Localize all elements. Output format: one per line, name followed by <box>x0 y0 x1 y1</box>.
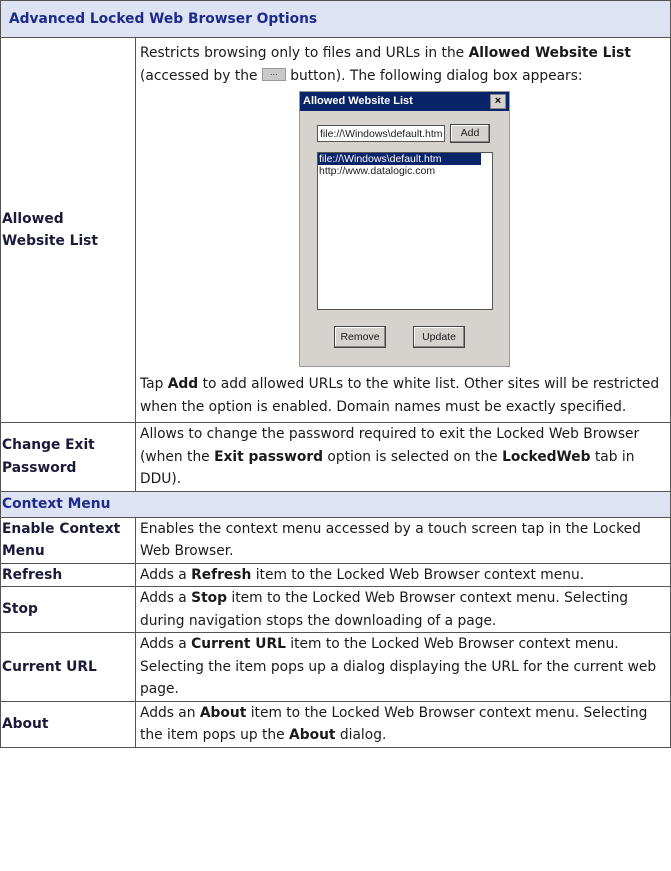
bold-run: About <box>289 727 336 743</box>
allowed-desc-intro: Restricts browsing only to files and URL… <box>140 38 666 87</box>
dialog-title: Allowed Website List <box>303 95 413 107</box>
list-item[interactable]: http://www.datalogic.com <box>318 165 492 177</box>
list-item[interactable]: file://\Windows\default.htm <box>318 153 481 165</box>
bold-run: Exit password <box>214 448 324 465</box>
section-header-row: Context Menu <box>0 490 671 518</box>
option-name-allowed-website-list: Allowed Website List <box>0 37 136 423</box>
text-run: option is selected on the <box>323 448 503 465</box>
text-run: to add allowed URLs to the white list. O… <box>140 376 660 415</box>
table-row: Enable Context Menu Enables the context … <box>0 516 671 564</box>
option-name-about: About <box>0 700 136 748</box>
update-button[interactable]: Update <box>413 326 465 348</box>
option-desc-current-url: Adds a Current URL item to the Locked We… <box>135 632 671 702</box>
table-row: About Adds an About item to the Locked W… <box>0 700 671 748</box>
text-run: Tap <box>140 376 168 392</box>
allowed-desc-tap: Tap Add to add allowed URLs to the white… <box>140 373 666 422</box>
options-table: Advanced Locked Web Browser Options Allo… <box>0 0 671 748</box>
text-run: dialog. <box>335 727 387 743</box>
option-desc-allowed-website-list: Restricts browsing only to files and URL… <box>135 37 671 423</box>
bold-run: Refresh <box>191 566 252 583</box>
close-icon[interactable]: × <box>490 94 506 109</box>
bold-run: Stop <box>191 590 228 606</box>
dialog-screenshot: Allowed Website List × file://\Windows\d… <box>140 87 666 373</box>
option-name-current-url: Current URL <box>0 632 136 702</box>
text-run: Adds a <box>140 566 192 583</box>
table-header-row: Advanced Locked Web Browser Options <box>0 0 671 38</box>
table-row: Change Exit Password Allows to change th… <box>0 422 671 492</box>
remove-button[interactable]: Remove <box>334 326 386 348</box>
table-row: Allowed Website List Restricts browsing … <box>0 37 671 423</box>
table-row: Stop Adds a Stop item to the Locked Web … <box>0 586 671 633</box>
text-run: item to the Locked Web Browser context m… <box>251 566 585 583</box>
dialog-title-bar: Allowed Website List × <box>300 92 509 111</box>
bold-run: LockedWeb <box>502 448 591 465</box>
bold-run: Current URL <box>191 636 286 652</box>
option-desc-about: Adds an About item to the Locked Web Bro… <box>135 700 671 748</box>
table-row: Refresh Adds a Refresh item to the Locke… <box>0 562 671 587</box>
url-list[interactable]: file://\Windows\default.htm http://www.d… <box>317 152 493 310</box>
option-name-enable-context-menu: Enable Context Menu <box>0 516 136 564</box>
option-desc-enable-context-menu: Enables the context menu accessed by a t… <box>135 516 671 564</box>
option-desc-stop: Adds a Stop item to the Locked Web Brows… <box>135 586 671 633</box>
bold-run: About <box>199 704 247 721</box>
text-run: Adds an <box>140 704 200 721</box>
text-run: Restricts browsing only to files and URL… <box>140 45 469 61</box>
bold-run: Add <box>167 376 199 392</box>
url-input[interactable]: file://\Windows\default.htm <box>317 125 445 142</box>
section-title-context-menu: Context Menu <box>0 490 671 518</box>
bold-run: Allowed Website List <box>468 45 631 61</box>
table-row: Current URL Adds a Current URL item to t… <box>0 632 671 702</box>
text-run: Adds a <box>140 636 192 652</box>
option-name-refresh: Refresh <box>0 562 136 587</box>
add-button[interactable]: Add <box>450 124 490 143</box>
text-run: Adds a <box>140 590 192 606</box>
option-name-change-exit-password: Change Exit Password <box>0 422 136 492</box>
option-desc-change-exit-password: Allows to change the password required t… <box>135 422 671 492</box>
document-page: Advanced Locked Web Browser Options Allo… <box>0 0 671 748</box>
text-run: (accessed by the <box>140 67 262 84</box>
text-run: button). The following dialog box appear… <box>285 67 583 84</box>
ellipsis-button-icon: ... <box>261 68 286 81</box>
table-title: Advanced Locked Web Browser Options <box>0 0 671 38</box>
option-name-stop: Stop <box>0 586 136 633</box>
allowed-website-list-dialog: Allowed Website List × file://\Windows\d… <box>299 91 510 367</box>
option-desc-refresh: Adds a Refresh item to the Locked Web Br… <box>135 562 671 587</box>
